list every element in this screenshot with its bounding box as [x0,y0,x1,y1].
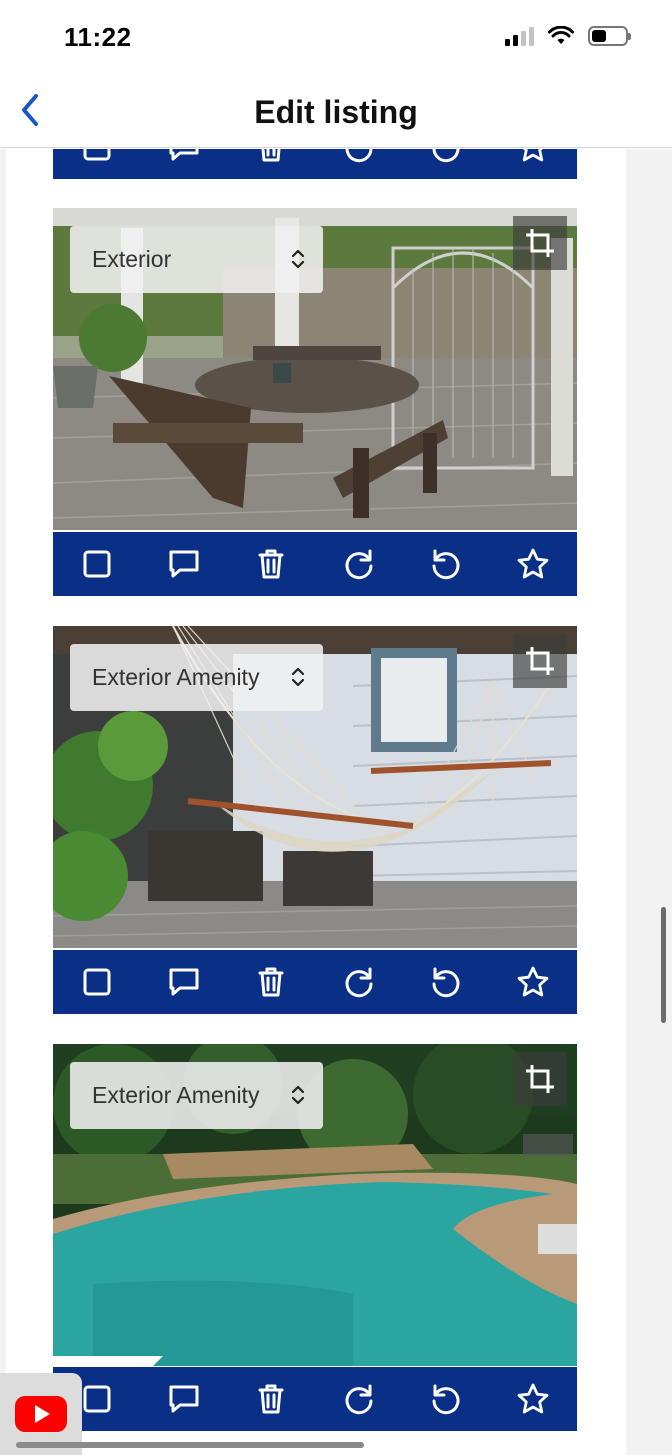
checkbox-button[interactable] [79,546,115,582]
photo-card[interactable]: Exterior [53,208,577,530]
youtube-icon [15,1396,67,1432]
trash-icon [261,149,281,162]
comment-icon [169,550,199,578]
comment-icon [169,1385,199,1413]
status-bar: 11:22 [0,0,672,74]
page-title: Edit listing [254,94,418,130]
photo-category-select[interactable]: Exterior Amenity [70,1062,323,1129]
photo-toolbar [53,950,577,1014]
trash-icon [258,967,284,997]
rotate-counterclockwise-icon [432,967,460,998]
star-icon [523,149,544,162]
star-icon [517,1383,549,1414]
trash-button[interactable] [253,964,289,1000]
star-button[interactable] [515,546,551,582]
comment-button[interactable] [166,149,202,165]
crop-icon [526,229,554,257]
checkbox-icon [83,968,111,996]
photo-category-select[interactable]: Exterior Amenity [70,644,323,711]
rotate-clockwise-icon [345,1384,373,1415]
nav-bar: Edit listing [0,74,672,148]
star-button[interactable] [515,149,551,165]
checkbox-button[interactable] [79,1381,115,1417]
rotate-counterclockwise-button[interactable] [428,149,464,165]
trash-button[interactable] [253,546,289,582]
checkbox-icon [83,1385,111,1413]
rotate-counterclockwise-icon [432,1384,460,1415]
rotate-clockwise-button[interactable] [341,149,377,165]
rotate-counterclockwise-button[interactable] [428,1381,464,1417]
listing-photo-list[interactable]: Exterior Exterior Amenity Exterior Ameni… [0,149,672,1455]
photo-category-select[interactable]: Exterior [70,226,323,293]
rotate-counterclockwise-button[interactable] [428,964,464,1000]
trash-button[interactable] [253,1381,289,1417]
comment-icon [169,149,199,161]
rotate-clockwise-icon [345,549,373,580]
photo-card[interactable]: Exterior Amenity [53,626,577,948]
wifi-icon [548,26,574,44]
scrollbar[interactable] [661,907,666,1023]
comment-button[interactable] [166,964,202,1000]
battery-icon [588,26,631,46]
chevron-up-down-icon [291,1085,305,1105]
home-indicator [16,1442,364,1448]
comment-button[interactable] [166,546,202,582]
rotate-clockwise-icon [345,149,373,163]
star-button[interactable] [515,1381,551,1417]
photo-toolbar [53,532,577,596]
star-icon [517,966,549,997]
photo-category-label: Exterior Amenity [92,1082,260,1108]
trash-icon [258,1384,284,1414]
status-icons [505,26,631,46]
checkbox-button[interactable] [79,149,115,165]
crop-button[interactable] [513,216,567,270]
rotate-clockwise-button[interactable] [341,1381,377,1417]
comment-button[interactable] [166,1381,202,1417]
photo-toolbar [53,149,577,179]
rotate-counterclockwise-icon [432,549,460,580]
chevron-up-down-icon [291,249,305,269]
crop-button[interactable] [513,634,567,688]
trash-button[interactable] [253,149,289,165]
rotate-clockwise-button[interactable] [341,964,377,1000]
star-button[interactable] [515,964,551,1000]
photo-toolbar [53,1367,577,1431]
star-icon [517,548,549,579]
checkbox-button[interactable] [79,964,115,1000]
crop-icon [526,1065,554,1093]
photo-card[interactable]: Exterior Amenity [53,1044,577,1366]
crop-icon [526,647,554,675]
rotate-clockwise-button[interactable] [341,546,377,582]
cellular-signal-icon [505,26,534,46]
rotate-counterclockwise-icon [432,149,460,163]
trash-icon [258,549,284,579]
rotate-counterclockwise-button[interactable] [428,546,464,582]
rotate-clockwise-icon [345,967,373,998]
photo-category-label: Exterior Amenity [92,664,260,690]
crop-button[interactable] [513,1052,567,1106]
checkbox-icon [83,550,111,578]
checkbox-icon [83,149,111,161]
photo-category-label: Exterior [92,246,172,272]
comment-icon [169,968,199,996]
status-time: 11:22 [64,22,132,52]
chevron-up-down-icon [291,667,305,687]
